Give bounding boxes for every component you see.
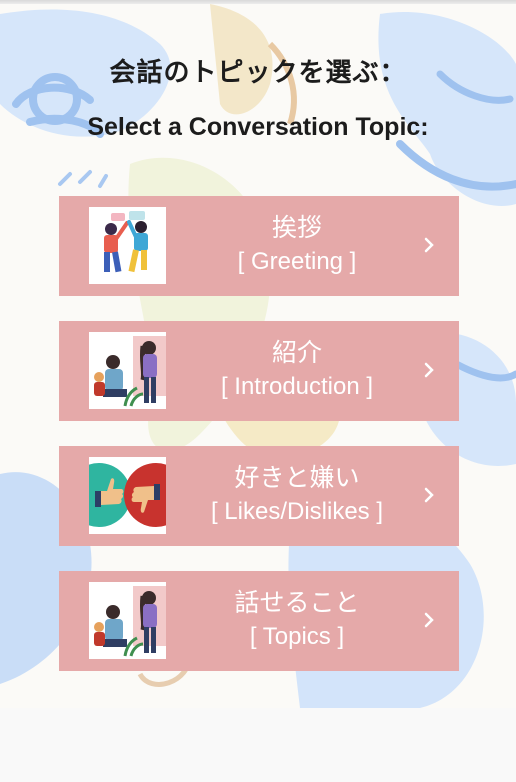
chevron-right-icon	[424, 487, 434, 503]
people-high-five-illustration-icon	[89, 207, 166, 284]
topic-label-english: [ Topics ]	[249, 623, 345, 650]
topic-labels: 好きと嫌い [ Likes/Dislikes ]	[171, 460, 423, 528]
topic-label-japanese: 話せること	[234, 588, 360, 617]
chevron-right-icon	[424, 237, 434, 253]
topic-label-english: [ Likes/Dislikes ]	[210, 498, 384, 525]
topic-labels: 紹介 [ Introduction ]	[171, 335, 423, 403]
topic-button-introduction[interactable]: 紹介 [ Introduction ]	[59, 321, 459, 421]
topic-labels: 話せること [ Topics ]	[171, 585, 423, 653]
topic-label-japanese: 好きと嫌い	[234, 463, 360, 492]
chevron-right-icon	[424, 612, 434, 628]
topic-labels: 挨拶 [ Greeting ]	[171, 210, 423, 278]
topic-button-greeting[interactable]: 挨拶 [ Greeting ]	[59, 196, 459, 296]
topic-button-topics[interactable]: 話せること [ Topics ]	[59, 571, 459, 671]
topic-button-likes-dislikes[interactable]: 好きと嫌い [ Likes/Dislikes ]	[59, 446, 459, 546]
page-title-english: Select a Conversation Topic:	[87, 113, 429, 141]
page-title-japanese: 会話のトピックを選ぶ：	[109, 58, 407, 88]
thumbs-up-down-icon	[89, 457, 166, 534]
topic-label-japanese: 紹介	[271, 338, 322, 367]
bottom-blank-area	[0, 708, 516, 782]
topic-label-english: [ Introduction ]	[220, 373, 374, 400]
people-meeting-illustration-icon	[89, 582, 166, 659]
topic-label-japanese: 挨拶	[271, 213, 322, 242]
topic-label-english: [ Greeting ]	[237, 248, 357, 275]
people-meeting-illustration-icon	[89, 332, 166, 409]
chevron-right-icon	[424, 362, 434, 378]
